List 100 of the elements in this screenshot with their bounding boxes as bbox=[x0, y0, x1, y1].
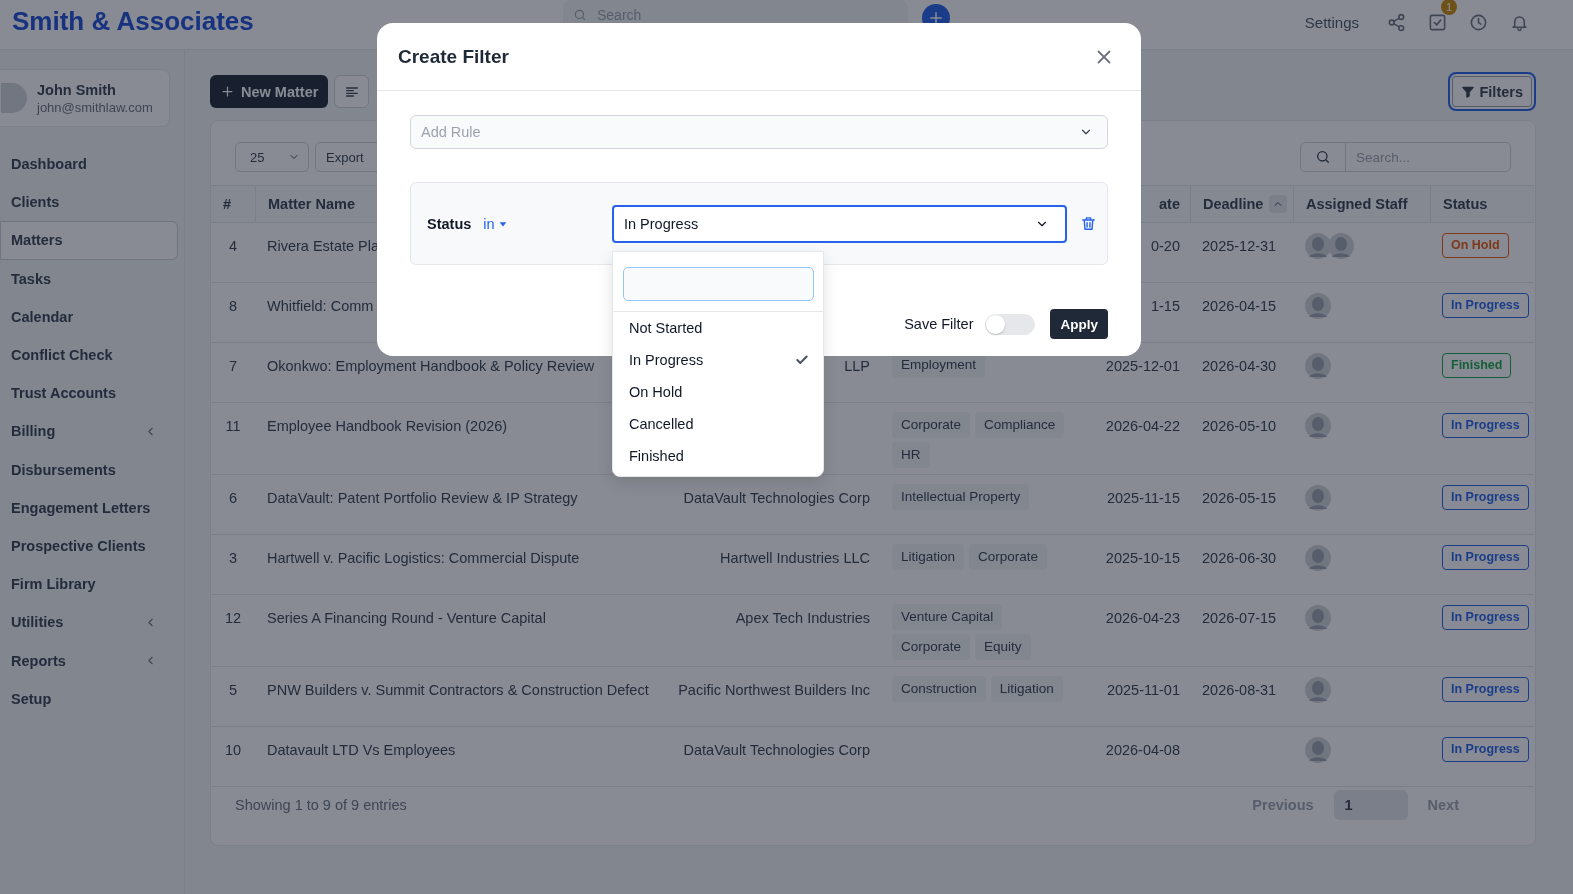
client-name: DataVault Technologies Corp bbox=[683, 742, 870, 758]
field-label: Status bbox=[427, 215, 472, 232]
entries-info: Showing 1 to 9 of 9 entries bbox=[235, 797, 407, 813]
filters-button[interactable]: Filters bbox=[1448, 72, 1536, 111]
search-icon bbox=[1315, 149, 1331, 165]
row-number: 7 bbox=[228, 358, 238, 374]
column-header: Matter Name bbox=[268, 196, 356, 212]
user-email: john@smithlaw.com bbox=[37, 99, 153, 115]
save-filter-toggle[interactable] bbox=[985, 313, 1036, 335]
column-header: ate bbox=[1159, 196, 1180, 212]
nav-item[interactable]: Disbursements bbox=[0, 450, 178, 489]
row-number: 10 bbox=[224, 742, 242, 758]
matter-name: Whitfield: Comm bbox=[267, 298, 374, 314]
practice-tag: Compliance bbox=[975, 412, 1065, 438]
nav-item[interactable]: Utilities bbox=[0, 603, 178, 642]
apply-button[interactable]: Apply bbox=[1050, 309, 1108, 339]
client-name: LLP bbox=[844, 358, 870, 374]
matter-name: Okonkwo: Employment Handbook & Policy Review bbox=[267, 358, 595, 374]
status-badge: In Progress bbox=[1442, 413, 1529, 438]
deadline-date: 2026-06-30 bbox=[1202, 550, 1277, 566]
avatar-icon bbox=[1305, 293, 1331, 319]
user-name: John Smith bbox=[37, 81, 117, 98]
checkbox-icon[interactable] bbox=[1428, 12, 1447, 32]
nav-item[interactable]: Reports bbox=[0, 641, 178, 680]
search-icon bbox=[573, 8, 587, 22]
avatar-icon bbox=[1328, 233, 1354, 259]
matter-name: Employee Handbook Revision (2026) bbox=[267, 418, 508, 434]
nav-item[interactable]: Dashboard bbox=[0, 145, 178, 184]
column-header: # bbox=[223, 196, 232, 212]
list-view-button[interactable] bbox=[334, 75, 370, 108]
option-search-field[interactable] bbox=[623, 266, 814, 301]
start-date: 2025-12-01 bbox=[1105, 358, 1180, 374]
avatar-icon bbox=[1305, 413, 1331, 439]
start-date: 2025-11-01 bbox=[1106, 682, 1180, 698]
nav-item[interactable]: Firm Library bbox=[0, 565, 178, 604]
page-button[interactable]: 1 bbox=[1333, 790, 1408, 820]
start-date: 2025-11-15 bbox=[1106, 490, 1180, 506]
deadline-date: 2026-08-31 bbox=[1202, 682, 1277, 698]
notification-badge: 1 bbox=[1441, 0, 1457, 15]
start-date: 2026-04-22 bbox=[1105, 418, 1180, 434]
nav-item[interactable]: Engagement Letters bbox=[0, 488, 178, 527]
add-rule-select[interactable]: Add Rule bbox=[410, 115, 1108, 149]
practice-tag: Corporate bbox=[969, 544, 1048, 570]
new-matter-button[interactable]: New Matter bbox=[210, 75, 329, 108]
deadline-date: 2026-05-10 bbox=[1202, 418, 1277, 434]
checkmark-icon bbox=[795, 352, 809, 367]
avatar-icon bbox=[1305, 545, 1331, 571]
practice-tag: Construction bbox=[892, 676, 986, 702]
trash-icon[interactable] bbox=[1080, 215, 1097, 232]
row-number: 8 bbox=[228, 298, 238, 314]
column-header: Status bbox=[1443, 196, 1488, 212]
option-item[interactable]: Cancelled bbox=[613, 407, 823, 440]
matter-name: Hartwell v. Pacific Logistics: Commercial Dispute bbox=[267, 550, 580, 566]
client-name: Apex Tech Industries bbox=[735, 610, 870, 626]
option-item[interactable]: Not Started bbox=[613, 311, 823, 344]
row-number: 5 bbox=[228, 682, 238, 698]
operator-dropdown[interactable]: in bbox=[483, 215, 508, 232]
status-badge: Finished bbox=[1442, 353, 1512, 378]
nav-item[interactable]: Setup bbox=[0, 679, 178, 718]
status-badge: In Progress bbox=[1442, 677, 1529, 702]
nav-item[interactable]: Matters bbox=[0, 221, 178, 260]
nav-item[interactable]: Billing bbox=[0, 412, 178, 451]
dialog-title: Create Filter bbox=[398, 45, 509, 68]
deadline-date: 2026-07-15 bbox=[1202, 610, 1277, 626]
nav-item[interactable]: Calendar bbox=[0, 297, 178, 336]
avatar-icon bbox=[1305, 485, 1331, 511]
settings-link[interactable]: Settings bbox=[1304, 13, 1359, 31]
client-name: DataVault Technologies Corp bbox=[683, 490, 870, 506]
plus-icon bbox=[220, 84, 235, 99]
status-badge: In Progress bbox=[1442, 605, 1529, 630]
client-name: Pacific Northwest Builders Inc bbox=[678, 682, 870, 698]
nav-item[interactable]: Conflict Check bbox=[0, 335, 178, 375]
status-badge: On Hold bbox=[1442, 233, 1509, 258]
save-filter-label: Save Filter bbox=[904, 316, 974, 332]
status-badge: In Progress bbox=[1442, 293, 1529, 318]
option-item[interactable]: On Hold bbox=[613, 375, 823, 408]
row-number: 11 bbox=[225, 418, 241, 434]
start-date: 1-15 bbox=[1150, 298, 1180, 314]
deadline-date: 2026-04-30 bbox=[1202, 358, 1277, 374]
deadline-date: 2026-05-15 bbox=[1202, 490, 1277, 506]
clock-icon[interactable] bbox=[1469, 12, 1488, 32]
start-date: 0-20 bbox=[1150, 238, 1180, 254]
funnel-icon bbox=[1461, 84, 1476, 99]
avatar-icon bbox=[1305, 677, 1331, 703]
practice-tag: Venture Capital bbox=[892, 604, 1003, 630]
row-number: 12 bbox=[224, 610, 242, 626]
nav-item[interactable]: Trust Accounts bbox=[0, 374, 178, 413]
avatar-icon bbox=[1305, 737, 1331, 763]
share-icon[interactable] bbox=[1387, 12, 1406, 32]
nav-item[interactable]: Prospective Clients bbox=[0, 526, 178, 566]
option-item[interactable]: In Progress bbox=[613, 343, 823, 376]
start-date: 2026-04-08 bbox=[1105, 742, 1180, 758]
option-item[interactable]: Finished bbox=[613, 439, 823, 472]
avatar-icon bbox=[1305, 353, 1331, 379]
client-name: Hartwell Industries LLC bbox=[720, 550, 870, 566]
practice-tag: Equity bbox=[975, 634, 1031, 660]
matter-name: Datavault LTD Vs Employees bbox=[267, 742, 456, 758]
value-select[interactable]: In Progress bbox=[612, 204, 1067, 243]
deadline-date: 2026-04-15 bbox=[1202, 298, 1277, 314]
page-size-select[interactable]: 25 bbox=[235, 142, 309, 172]
